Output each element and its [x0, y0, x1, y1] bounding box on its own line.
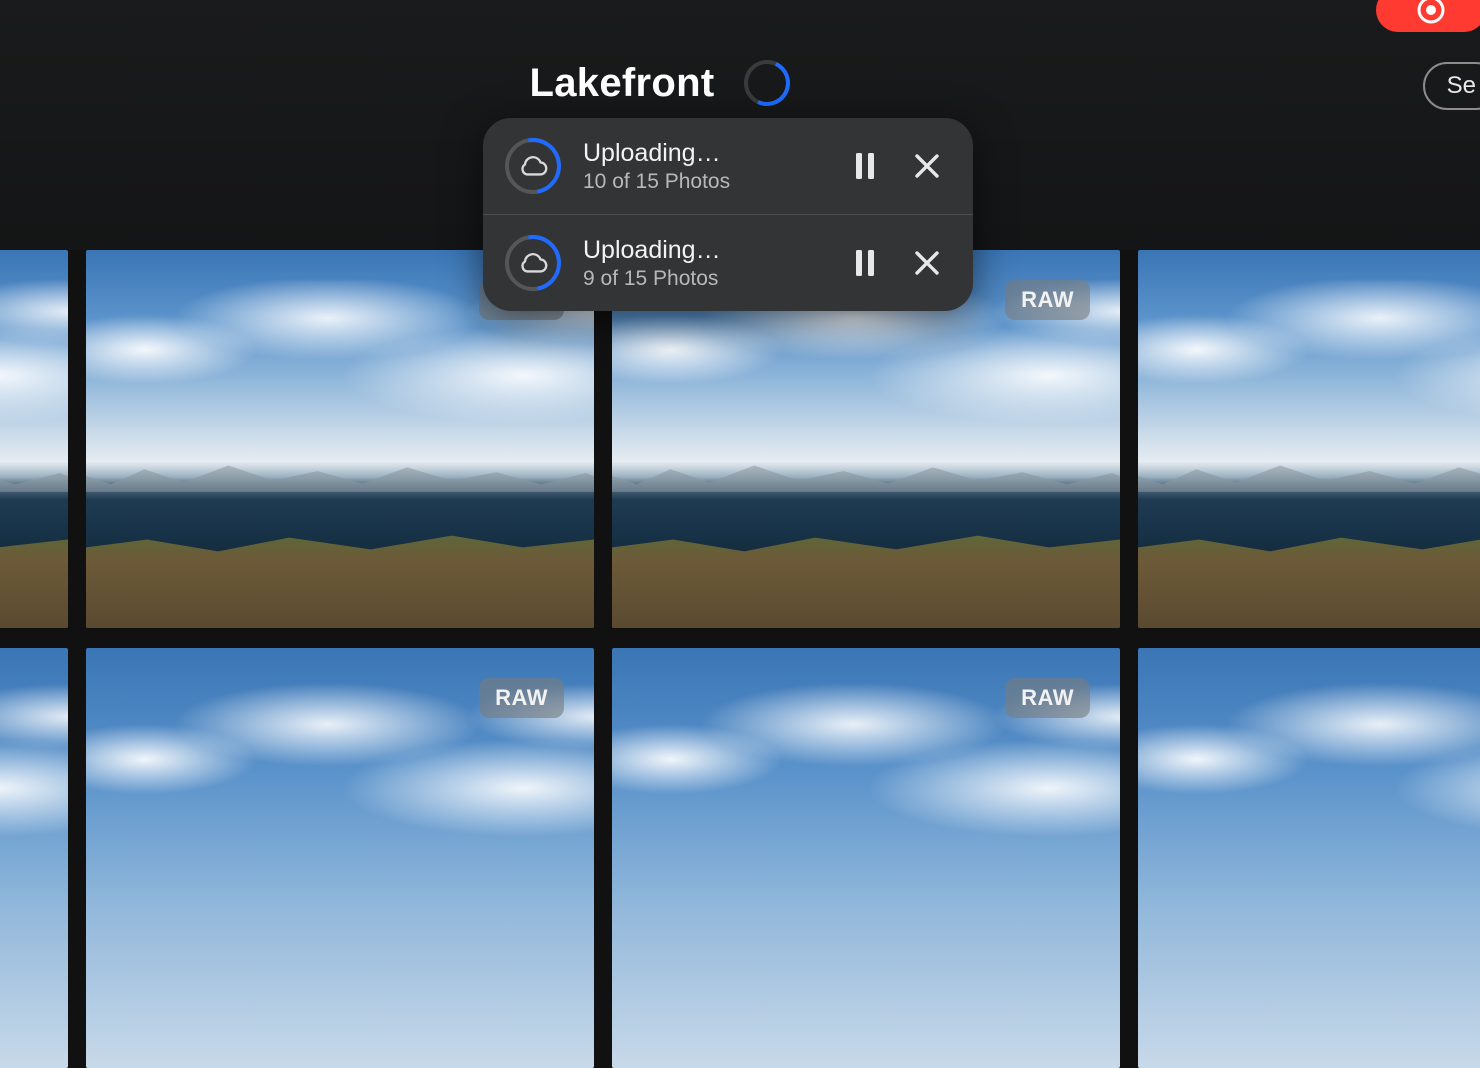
- photo-thumbnail[interactable]: RAW: [1138, 250, 1480, 628]
- upload-row-subtitle: 10 of 15 Photos: [583, 170, 823, 194]
- photo-grid: RAW RAW RAW RAW RAW RAW RAW RAW: [0, 250, 1480, 1068]
- upload-progress-spinner: [505, 235, 561, 291]
- cancel-upload-button[interactable]: [907, 243, 947, 283]
- photo-thumbnail[interactable]: RAW: [612, 648, 1120, 1068]
- raw-badge: RAW: [1005, 280, 1090, 320]
- pause-upload-button[interactable]: [845, 146, 885, 186]
- upload-row-title: Uploading…: [583, 139, 823, 168]
- cloud-icon: [518, 252, 548, 274]
- screen-record-indicator[interactable]: [1376, 0, 1480, 32]
- photo-row: RAW RAW RAW RAW: [0, 648, 1480, 1068]
- pause-icon: [854, 152, 876, 180]
- photo-thumbnail[interactable]: RAW: [0, 648, 68, 1068]
- close-icon: [914, 250, 940, 276]
- pause-upload-button[interactable]: [845, 243, 885, 283]
- photo-thumbnail[interactable]: RAW: [86, 648, 594, 1068]
- pause-icon: [854, 249, 876, 277]
- sync-progress-spinner[interactable]: [744, 60, 790, 106]
- upload-progress-spinner: [505, 138, 561, 194]
- upload-row-subtitle: 9 of 15 Photos: [583, 267, 823, 291]
- select-button-label: Se: [1447, 72, 1476, 100]
- close-icon: [914, 153, 940, 179]
- upload-row-title: Uploading…: [583, 236, 823, 265]
- album-title: Lakefront: [530, 61, 715, 106]
- cloud-icon: [518, 155, 548, 177]
- raw-badge: RAW: [479, 678, 564, 718]
- select-button[interactable]: Se: [1423, 62, 1480, 110]
- record-icon: [1414, 0, 1448, 27]
- upload-row: Uploading… 10 of 15 Photos: [483, 118, 973, 214]
- photo-thumbnail[interactable]: RAW: [0, 250, 68, 628]
- upload-status-popover: Uploading… 10 of 15 Photos Uploading… 9 …: [483, 118, 973, 311]
- raw-badge: RAW: [1005, 678, 1090, 718]
- cancel-upload-button[interactable]: [907, 146, 947, 186]
- upload-row: Uploading… 9 of 15 Photos: [483, 214, 973, 311]
- photo-thumbnail[interactable]: RAW: [1138, 648, 1480, 1068]
